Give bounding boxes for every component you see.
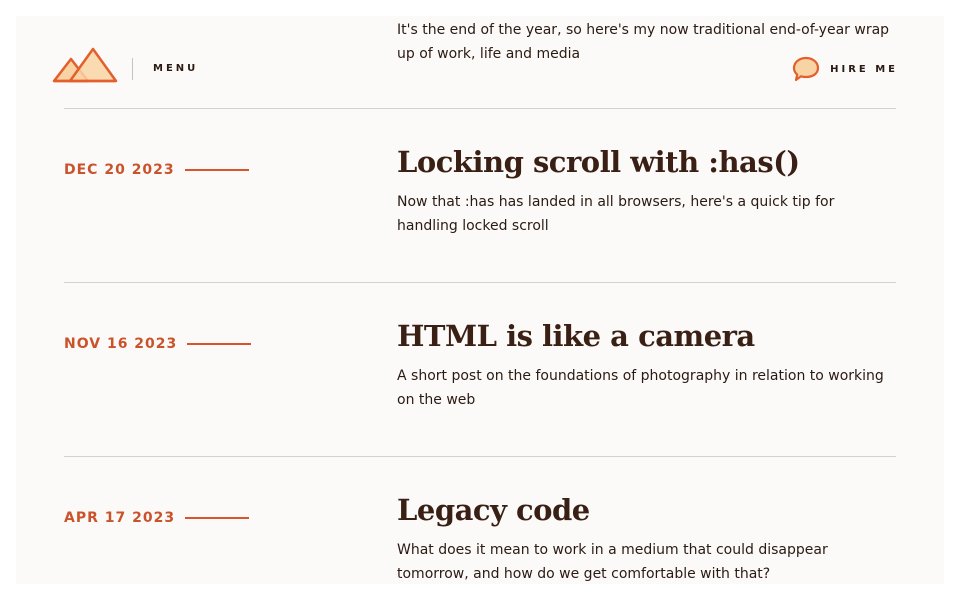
post-date-label: APR 17 2023 bbox=[64, 510, 176, 526]
date-rule bbox=[185, 517, 250, 519]
post-divider bbox=[64, 108, 896, 109]
page: It's the end of the year, so here's my n… bbox=[16, 16, 944, 584]
post-description: Now that :has has landed in all browsers… bbox=[397, 194, 835, 234]
date-rule bbox=[187, 343, 252, 345]
post-title-link[interactable]: Locking scroll with :has() bbox=[397, 145, 800, 179]
menu-button[interactable]: MENU bbox=[153, 63, 198, 74]
post-date-label: NOV 16 2023 bbox=[64, 336, 178, 352]
header-divider bbox=[132, 58, 133, 80]
post-divider bbox=[64, 282, 896, 283]
post-description: What does it mean to work in a medium th… bbox=[397, 542, 828, 582]
post-date: NOV 16 2023 bbox=[64, 336, 252, 352]
hire-me-button[interactable]: HIRE ME bbox=[792, 56, 898, 82]
post-title-link[interactable]: HTML is like a camera bbox=[397, 319, 755, 353]
post-date: DEC 20 2023 bbox=[64, 162, 249, 178]
post-date: APR 17 2023 bbox=[64, 510, 250, 526]
post-divider bbox=[64, 456, 896, 457]
post-date-label: DEC 20 2023 bbox=[64, 162, 175, 178]
post-description: A short post on the foundations of photo… bbox=[397, 368, 884, 408]
date-rule bbox=[184, 169, 249, 171]
hire-me-label: HIRE ME bbox=[830, 63, 898, 75]
post-title-link[interactable]: Legacy code bbox=[397, 493, 590, 527]
mountains-logo[interactable] bbox=[52, 47, 118, 83]
speech-bubble-icon bbox=[792, 56, 820, 82]
